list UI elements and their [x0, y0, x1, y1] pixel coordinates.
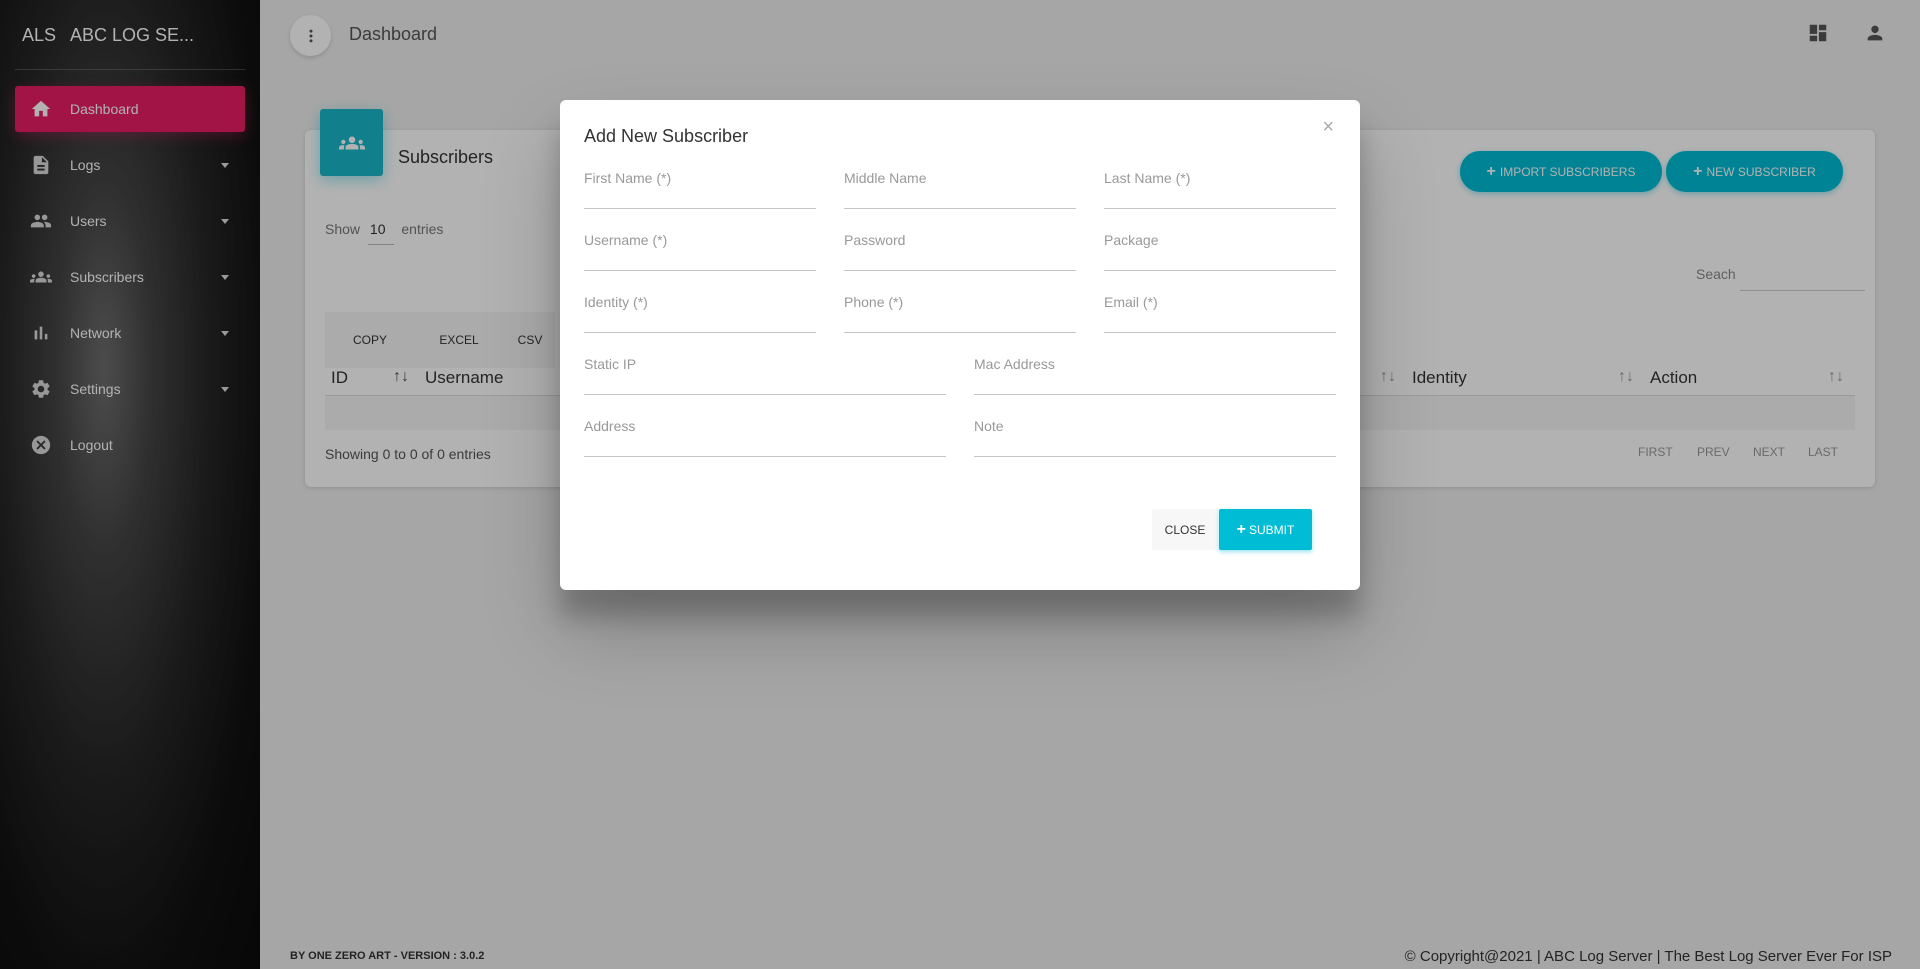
close-button[interactable]: CLOSE — [1152, 509, 1218, 550]
note-input[interactable] — [974, 410, 1336, 457]
last-name-field — [1104, 162, 1336, 212]
phone-input[interactable] — [844, 286, 1076, 333]
mac-address-input[interactable] — [974, 348, 1336, 395]
mac-address-field — [974, 348, 1336, 398]
add-subscriber-modal: Add New Subscriber × CLOSE + SUBMIT — [560, 100, 1360, 590]
static-ip-input[interactable] — [584, 348, 946, 395]
username-input[interactable] — [584, 224, 816, 271]
username-field — [584, 224, 816, 274]
password-input[interactable] — [844, 224, 1076, 271]
submit-label: SUBMIT — [1249, 522, 1295, 537]
static-ip-field — [584, 348, 946, 398]
identity-input[interactable] — [584, 286, 816, 333]
email-field — [1104, 286, 1336, 336]
modal-title: Add New Subscriber — [584, 126, 749, 146]
address-input[interactable] — [584, 410, 946, 457]
submit-button[interactable]: + SUBMIT — [1219, 509, 1312, 550]
close-icon[interactable]: × — [1322, 116, 1334, 139]
note-field — [974, 410, 1336, 460]
email-input[interactable] — [1104, 286, 1336, 333]
last-name-input[interactable] — [1104, 162, 1336, 209]
first-name-field — [584, 162, 816, 212]
middle-name-field — [844, 162, 1076, 212]
plus-icon: + — [1236, 520, 1246, 538]
package-field — [1104, 224, 1336, 274]
identity-field — [584, 286, 816, 336]
phone-field — [844, 286, 1076, 336]
address-field — [584, 410, 946, 460]
middle-name-input[interactable] — [844, 162, 1076, 209]
password-field — [844, 224, 1076, 274]
package-input[interactable] — [1104, 224, 1336, 271]
first-name-input[interactable] — [584, 162, 816, 209]
